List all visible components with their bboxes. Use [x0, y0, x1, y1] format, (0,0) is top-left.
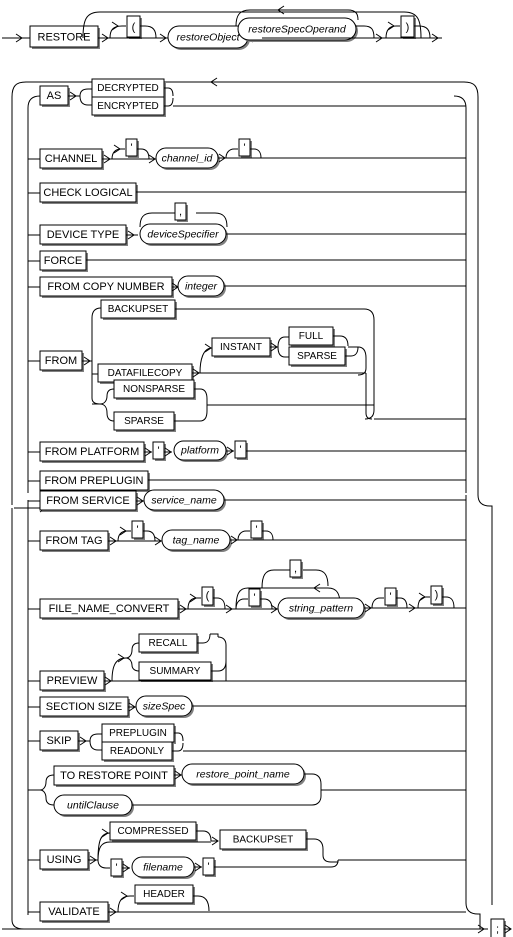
label-fnc-lparen: ( [206, 590, 210, 602]
label-from-platform: FROM PLATFORM [45, 446, 140, 458]
label-integer: integer [185, 280, 218, 292]
label-restore-spec-operand: restoreSpecOperand [248, 23, 347, 35]
label-using: USING [47, 854, 82, 866]
option-row-using: USING COMPRESSED BACKUPSET ' filename ' [28, 821, 466, 879]
label-encrypted: ENCRYPTED [97, 101, 159, 112]
option-row-skip: SKIP PREPLUGIN READONLY [28, 723, 466, 762]
option-row-from-copy-number: FROM COPY NUMBER integer [28, 275, 466, 298]
label-tag-name: tag_name [173, 534, 220, 546]
label-from-tag: FROM TAG [45, 535, 102, 547]
label-size-spec: sizeSpec [143, 700, 186, 712]
label-datafilecopy: DATAFILECOPY [108, 368, 183, 379]
option-row-preview: PREVIEW RECALL SUMMARY [28, 633, 466, 692]
option-row-from-platform: FROM PLATFORM ' platform ' [28, 440, 466, 463]
label-quote-tag-open: ' [136, 524, 138, 536]
label-channel: CHANNEL [45, 153, 98, 165]
label-fnc-rparen: ) [435, 589, 439, 601]
option-row-channel: CHANNEL ' channel_id ' [28, 138, 466, 170]
label-service-name: service_name [151, 494, 217, 506]
label-platform: platform [180, 444, 219, 456]
header-group: RESTORE ( restoreObject restoreSpecOpera… [2, 5, 442, 50]
label-fnc-quote-close: ' [389, 591, 391, 603]
label-fnc-quote-open: ' [253, 592, 255, 604]
option-row-check-logical: CHECK LOGICAL [28, 182, 466, 204]
label-lparen: ( [132, 21, 136, 33]
option-row-to-restore-point: TO RESTORE POINT restore_point_name unti… [28, 763, 466, 817]
label-section-size: SECTION SIZE [46, 701, 122, 713]
label-using-quote-open: ' [115, 862, 117, 874]
label-preview: PREVIEW [47, 675, 98, 687]
label-force: FORCE [44, 255, 83, 267]
label-semicolon: ; [496, 923, 499, 935]
label-skip: SKIP [46, 735, 71, 747]
option-row-as: AS DECRYPTED ENCRYPTED [39, 78, 466, 117]
label-channel-id: channel_id [162, 152, 214, 164]
label-from-copy-number: FROM COPY NUMBER [47, 281, 164, 293]
label-using-backupset: BACKUPSET [233, 835, 294, 846]
label-recall: RECALL [149, 638, 188, 649]
label-comma-device: , [179, 206, 182, 218]
label-using-quote-close: ' [207, 861, 209, 873]
label-until-clause: untilClause [67, 799, 119, 811]
label-nonsparse: NONSPARSE [123, 384, 185, 395]
label-from: FROM [45, 355, 77, 367]
label-quote-tag-close: ' [255, 524, 257, 536]
label-backupset: BACKUPSET [108, 304, 169, 315]
label-validate: VALIDATE [48, 906, 100, 918]
label-check-logical: CHECK LOGICAL [43, 187, 132, 199]
option-row-from: FROM BACKUPSET DATAFILECOPY INSTANT FULL… [28, 299, 466, 432]
label-comma-channel-post: ' [243, 142, 245, 154]
options-panel-1: AS DECRYPTED ENCRYPTED CHANNEL ' channel… [11, 77, 479, 505]
label-filename: filename [143, 861, 183, 873]
option-row-file-name-convert: FILE_NAME_CONVERT ( , ' string_pattern '… [28, 559, 466, 620]
label-quote-platform-close: ' [239, 444, 241, 456]
label-instant: INSTANT [220, 342, 262, 353]
label-decrypted: DECRYPTED [97, 83, 159, 94]
option-row-section-size: SECTION SIZE sizeSpec [28, 695, 466, 718]
option-row-device-type: DEVICE TYPE , deviceSpecifier [28, 202, 466, 246]
label-quote-platform-open: ' [157, 445, 159, 457]
label-instant-sparse: SPARSE [297, 351, 337, 362]
label-header: HEADER [143, 889, 185, 900]
label-preplugin: PREPLUGIN [109, 728, 167, 739]
label-comma-channel-pre: ' [130, 142, 132, 154]
label-restore-point-name: restore_point_name [196, 768, 290, 780]
label-rparen: ) [406, 21, 410, 33]
label-fnc-comma: , [294, 563, 297, 575]
option-row-force: FORCE [28, 250, 466, 272]
label-string-pattern: string_pattern [289, 602, 353, 614]
restore-syntax-diagram: RESTORE ( restoreObject restoreSpecOpera… [2, 5, 512, 937]
label-file-name-convert: FILE_NAME_CONVERT [49, 603, 170, 615]
label-from-preplugin: FROM PREPLUGIN [44, 475, 143, 487]
label-full: FULL [299, 331, 324, 342]
option-row-from-tag: FROM TAG ' tag_name ' [28, 520, 466, 552]
option-row-from-preplugin: FROM PREPLUGIN [28, 470, 466, 492]
label-compressed: COMPRESSED [117, 826, 188, 837]
label-to-restore-point: TO RESTORE POINT [60, 770, 168, 782]
label-as: AS [47, 90, 62, 102]
option-row-from-service: FROM SERVICE service_name [28, 489, 466, 512]
label-from-service: FROM SERVICE [46, 495, 130, 507]
label-device-type: DEVICE TYPE [47, 229, 120, 241]
label-device-specifier: deviceSpecifier [147, 228, 219, 240]
options-panel-2: FROM SERVICE service_name FROM TAG ' tag… [11, 489, 493, 930]
label-summary: SUMMARY [150, 666, 201, 677]
label-readonly: READONLY [110, 746, 165, 757]
option-row-validate: VALIDATE HEADER [28, 884, 466, 923]
label-restore-object: restoreObject [176, 31, 240, 43]
label-sparse: SPARSE [124, 416, 164, 427]
